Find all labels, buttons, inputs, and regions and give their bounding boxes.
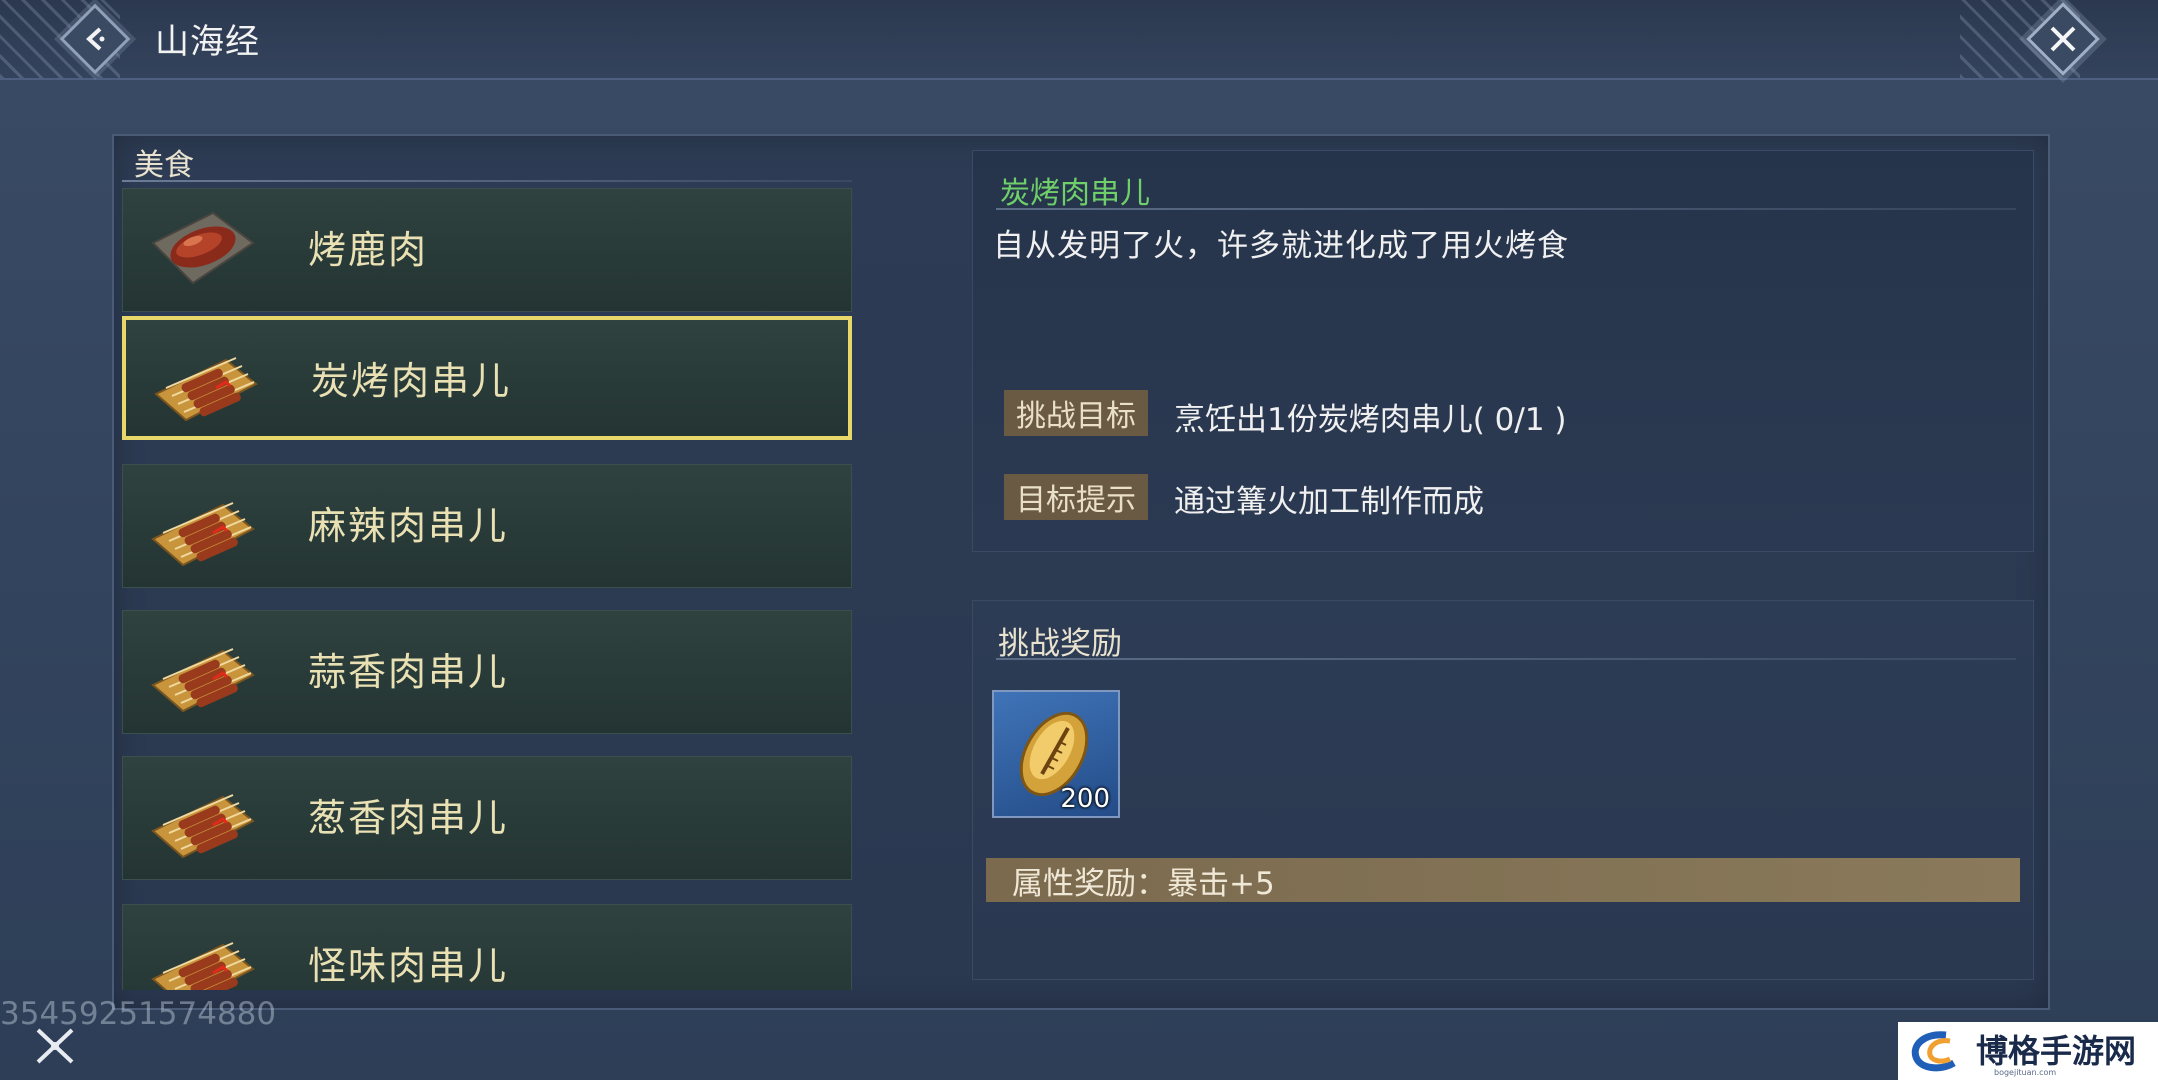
divider: [996, 658, 2016, 660]
skewer-icon: [151, 794, 255, 859]
challenge-goal-tag: 挑战目标: [1004, 390, 1148, 436]
food-item-roast-venison[interactable]: 烤鹿肉: [122, 188, 852, 312]
detail-title: 炭烤肉串儿: [1000, 176, 1150, 211]
attribute-bonus-text: 属性奖励：暴击+5: [1012, 865, 1275, 902]
page-title: 山海经: [155, 22, 260, 62]
watermark-logo-icon: [1911, 1031, 1956, 1072]
swords-icon[interactable]: [30, 1022, 80, 1068]
skewer-icon: [154, 357, 258, 422]
food-list[interactable]: 烤鹿肉 炭烤肉串儿 麻辣肉串儿 蒜香肉串儿 葱香肉串儿 怪味肉串儿: [122, 188, 852, 990]
reward-item-slot[interactable]: 200: [992, 690, 1120, 818]
chevron-left-icon: [86, 27, 105, 51]
watermark-subtext: bogejituan.com: [1994, 1068, 2057, 1077]
reward-title: 挑战奖励: [998, 626, 1122, 662]
category-label: 美食: [134, 148, 194, 183]
food-item-label: 怪味肉串儿: [308, 944, 509, 988]
food-item-odd-flavor-skewer[interactable]: 怪味肉串儿: [122, 904, 852, 990]
detail-description: 自从发明了火，许多就进化成了用火烤食: [993, 228, 1569, 264]
food-item-spicy-skewer[interactable]: 麻辣肉串儿: [122, 464, 852, 588]
challenge-goal-value: 烹饪出1份炭烤肉串儿( 0/1 ): [1174, 402, 1567, 438]
reward-item-count: 200: [1060, 784, 1110, 814]
watermark-text: 博格手游网: [1976, 1032, 2137, 1070]
back-button[interactable]: [59, 3, 131, 75]
top-bar: 山海经: [0, 0, 2158, 80]
food-item-charcoal-skewer[interactable]: 炭烤肉串儿: [122, 316, 852, 440]
skewer-icon: [151, 502, 255, 567]
food-item-label: 麻辣肉串儿: [308, 504, 509, 548]
watermark: 博格手游网 bogejituan.com: [1898, 1022, 2158, 1080]
roast-venison-icon: [151, 211, 255, 285]
food-item-scallion-skewer[interactable]: 葱香肉串儿: [122, 756, 852, 880]
skewer-icon: [151, 648, 255, 713]
food-item-label: 蒜香肉串儿: [308, 650, 509, 694]
close-icon: [2050, 26, 2076, 52]
food-item-label: 炭烤肉串儿: [311, 359, 512, 403]
food-item-garlic-skewer[interactable]: 蒜香肉串儿: [122, 610, 852, 734]
food-item-label: 烤鹿肉: [308, 228, 429, 272]
divider: [996, 208, 2016, 210]
goal-hint-tag: 目标提示: [1004, 474, 1148, 520]
goal-hint-value: 通过篝火加工制作而成: [1174, 484, 1484, 520]
skewer-icon: [151, 942, 255, 990]
divider: [122, 180, 852, 182]
close-button[interactable]: [2026, 2, 2100, 76]
attribute-bonus-bar: 属性奖励：暴击+5: [986, 858, 2020, 902]
reward-panel: [972, 600, 2034, 980]
food-item-label: 葱香肉串儿: [308, 796, 509, 840]
